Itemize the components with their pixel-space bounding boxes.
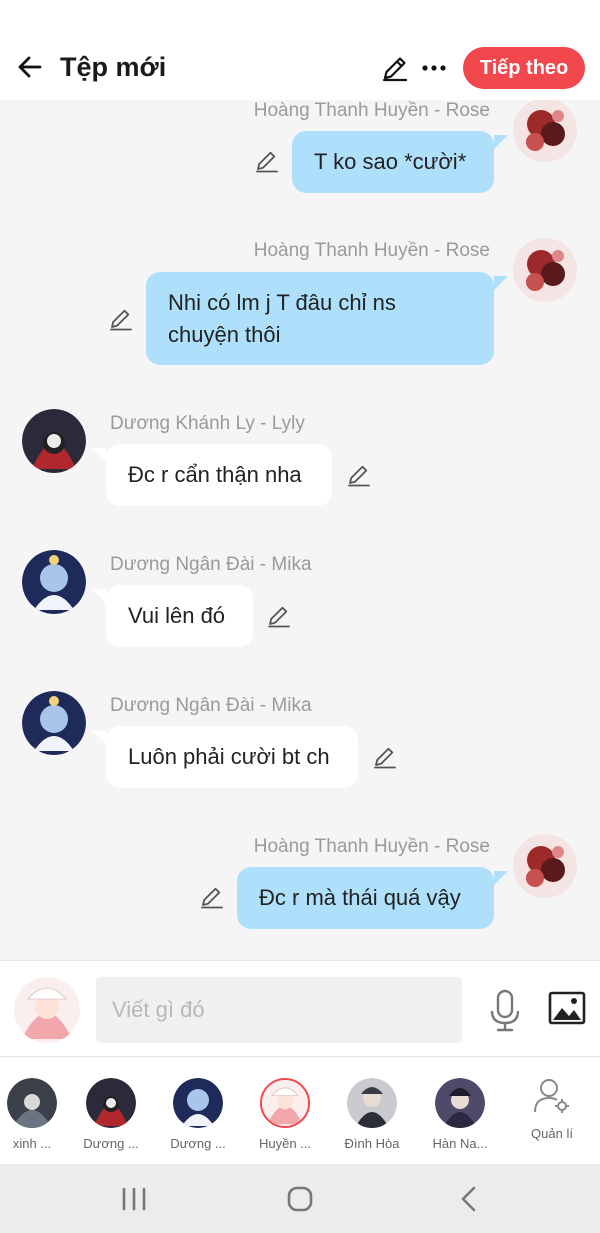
- member-avatar: [347, 1078, 397, 1128]
- chat-history[interactable]: Hoàng Thanh Huyền - Rose T ko sao *cười*…: [0, 100, 600, 960]
- edit-message-icon[interactable]: [266, 603, 292, 629]
- bubble-tail: [92, 589, 106, 603]
- manage-label: Quản lí: [531, 1126, 573, 1141]
- message-composer: Viết gì đó: [0, 960, 600, 1057]
- member-avatar: [7, 1078, 57, 1128]
- edit-message-icon[interactable]: [372, 744, 398, 770]
- message-input[interactable]: Viết gì đó: [96, 977, 462, 1043]
- bubble-tail: [494, 135, 508, 149]
- system-navigation-bar: [0, 1164, 600, 1233]
- sender-avatar[interactable]: [22, 409, 86, 473]
- edit-pencil-icon[interactable]: [380, 53, 410, 83]
- current-speaker-avatar[interactable]: [14, 977, 80, 1043]
- message-bubble[interactable]: Đc r mà thái quá vậy: [237, 867, 494, 929]
- image-icon[interactable]: [548, 989, 586, 1027]
- next-button[interactable]: Tiếp theo: [463, 47, 585, 89]
- top-bar: Tệp mới Tiếp theo: [0, 0, 600, 100]
- back-nav-icon[interactable]: [450, 1184, 490, 1214]
- member-item-selected[interactable]: Huyền ...: [245, 1076, 325, 1162]
- member-item[interactable]: Dương ...: [158, 1076, 238, 1162]
- bubble-tail: [92, 730, 106, 744]
- member-avatar: [435, 1078, 485, 1128]
- page-title: Tệp mới: [60, 52, 167, 82]
- character-selector: xinh ... Dương ... Dương ... Huyền ... Đ…: [0, 1058, 600, 1164]
- sender-avatar[interactable]: [513, 238, 577, 302]
- message-bubble[interactable]: Nhi có lm j T đâu chỉ ns chuyện thôi: [146, 272, 494, 365]
- member-label: xinh ...: [12, 1136, 52, 1151]
- member-label: Dương ...: [170, 1136, 226, 1151]
- sender-avatar[interactable]: [513, 834, 577, 898]
- manage-button[interactable]: Quản lí: [520, 1076, 584, 1162]
- member-avatar: [86, 1078, 136, 1128]
- member-label: Huyền ...: [258, 1136, 312, 1151]
- sender-name: Hoàng Thanh Huyền - Rose: [253, 240, 490, 261]
- sender-name: Dương Khánh Ly - Lyly: [110, 413, 305, 434]
- message-line: Nhi có lm j T đâu chỉ ns: [168, 289, 396, 315]
- home-icon[interactable]: [280, 1184, 320, 1214]
- member-item[interactable]: Đình Hòa: [332, 1076, 412, 1162]
- sender-avatar[interactable]: [513, 100, 577, 162]
- edit-message-icon[interactable]: [254, 148, 280, 174]
- more-options-icon[interactable]: [420, 53, 448, 83]
- sender-name: Dương Ngân Đài - Mika: [110, 695, 312, 716]
- sender-name: Dương Ngân Đài - Mika: [110, 554, 312, 575]
- message-bubble[interactable]: Đc r cẩn thận nha: [106, 444, 332, 506]
- message-bubble[interactable]: Vui lên đó: [106, 585, 253, 647]
- edit-message-icon[interactable]: [199, 884, 225, 910]
- bubble-tail: [494, 276, 508, 290]
- member-avatar: [173, 1078, 223, 1128]
- recent-apps-icon[interactable]: [114, 1184, 154, 1214]
- sender-avatar[interactable]: [22, 691, 86, 755]
- member-avatar: [260, 1078, 310, 1128]
- microphone-icon[interactable]: [488, 989, 522, 1033]
- bubble-tail: [92, 448, 106, 462]
- member-label: Đình Hòa: [344, 1136, 400, 1151]
- bubble-tail: [494, 871, 508, 885]
- back-arrow-icon[interactable]: [14, 50, 48, 84]
- edit-message-icon[interactable]: [108, 306, 134, 332]
- message-bubble[interactable]: Luôn phải cười bt ch: [106, 726, 358, 788]
- sender-name: Hoàng Thanh Huyền - Rose: [253, 100, 490, 121]
- member-item[interactable]: xinh ...: [0, 1076, 72, 1162]
- message-line: chuyện thôi: [168, 321, 281, 347]
- manage-user-icon: [534, 1079, 569, 1113]
- member-label: Dương ...: [83, 1136, 139, 1151]
- member-label: Hàn Na...: [432, 1136, 488, 1151]
- member-item[interactable]: Hàn Na...: [420, 1076, 500, 1162]
- sender-avatar[interactable]: [22, 550, 86, 614]
- edit-message-icon[interactable]: [346, 462, 372, 488]
- message-bubble[interactable]: T ko sao *cười*: [292, 131, 494, 193]
- member-item[interactable]: Dương ...: [71, 1076, 151, 1162]
- sender-name: Hoàng Thanh Huyền - Rose: [253, 836, 490, 857]
